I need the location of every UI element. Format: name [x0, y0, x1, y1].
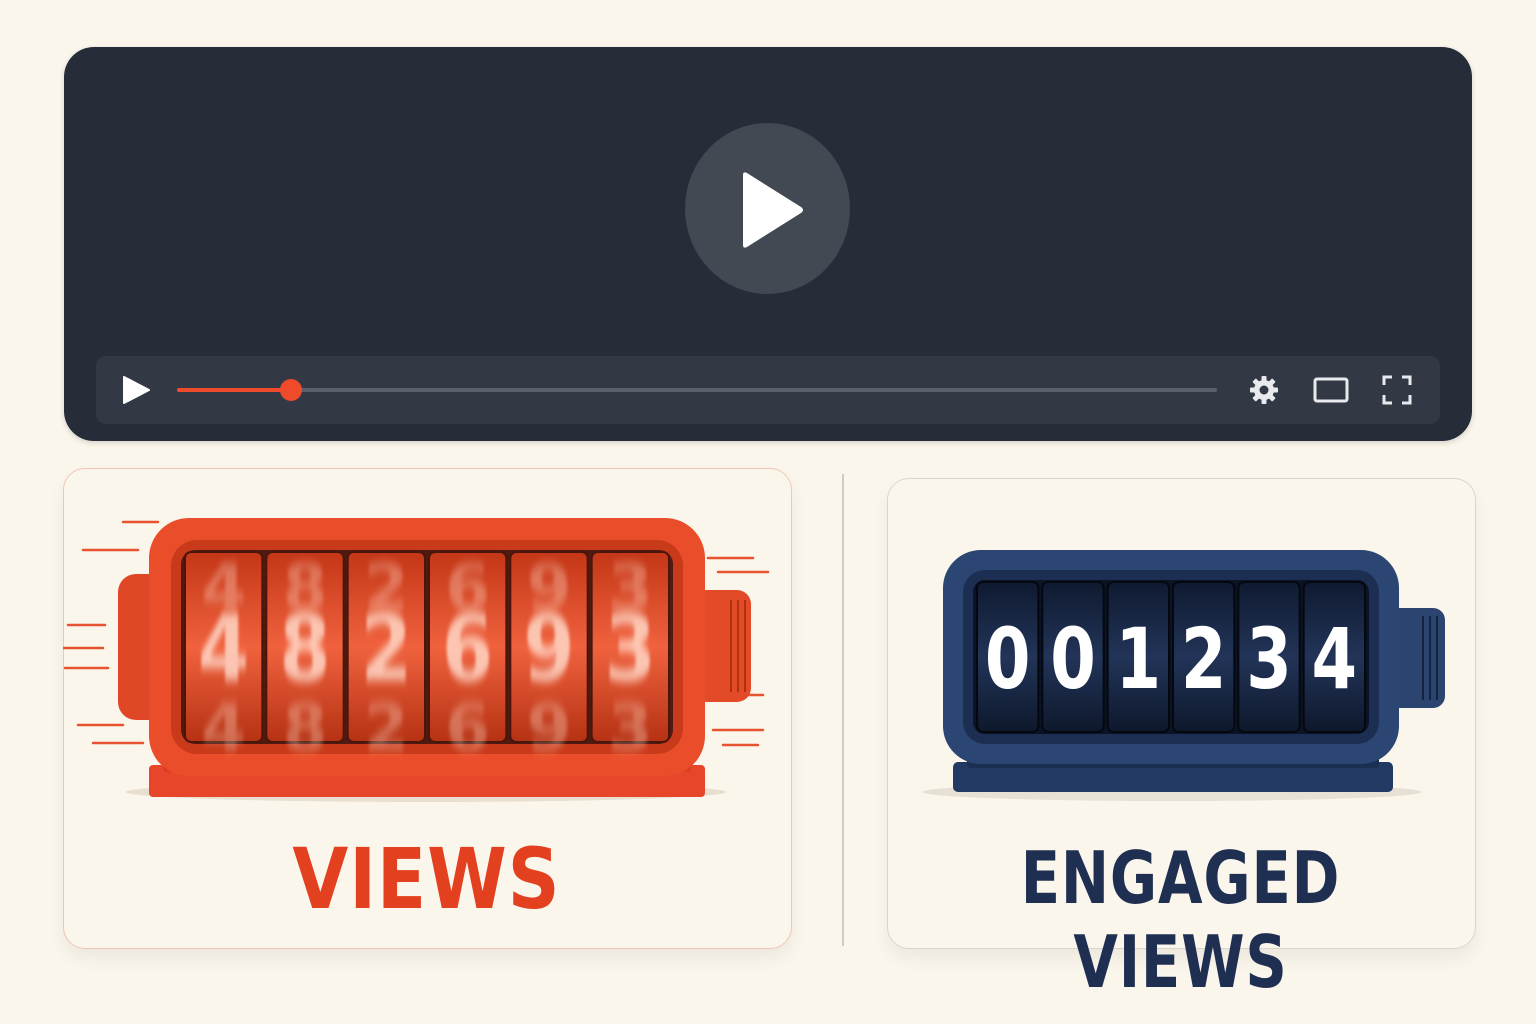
digit-wheel: 1	[1106, 581, 1171, 733]
svg-text:4: 4	[201, 691, 246, 766]
digit: 4	[198, 595, 249, 702]
svg-text:3: 3	[608, 691, 653, 766]
digit: 2	[361, 595, 412, 702]
digit: 3	[1246, 610, 1292, 708]
progress-handle[interactable]	[280, 379, 303, 401]
digit-wheel: 888	[265, 551, 345, 766]
digit: 9	[523, 595, 574, 702]
divider	[842, 474, 844, 946]
digit-wheel: 2	[1172, 581, 1236, 733]
digit: 1	[1116, 610, 1162, 708]
svg-text:8: 8	[283, 691, 328, 766]
digit-wheel: 4	[1302, 581, 1366, 733]
svg-text:2: 2	[364, 691, 409, 766]
digit-wheel: 3	[1237, 581, 1301, 733]
digit: 8	[279, 595, 330, 702]
digit: 4	[1312, 610, 1358, 708]
fullscreen-button[interactable]	[1380, 373, 1414, 407]
digit-wheel: 333	[590, 551, 671, 766]
digit: 0	[985, 610, 1031, 708]
progress-fill	[177, 388, 292, 392]
digit-wheel: 666	[428, 551, 508, 766]
svg-text:9: 9	[527, 691, 572, 766]
progress-bar[interactable]	[177, 379, 1217, 401]
digit-wheel: 999	[509, 551, 589, 766]
settings-button[interactable]	[1247, 373, 1281, 407]
theater-mode-icon	[1313, 377, 1349, 403]
control-bar	[96, 356, 1440, 424]
settings-gear-icon	[1250, 376, 1278, 404]
digit: 2	[1181, 610, 1227, 708]
digit: 3	[605, 595, 656, 702]
big-play-button[interactable]	[685, 123, 850, 294]
engaged-views-odometer: 001234	[922, 550, 1445, 801]
views-label: VIEWS	[292, 830, 561, 928]
svg-text:6: 6	[445, 691, 490, 766]
play-icon	[743, 172, 803, 248]
digit-wheel: 222	[346, 551, 426, 766]
fullscreen-icon	[1382, 375, 1412, 405]
digit-wheel: 444	[184, 551, 264, 766]
theater-mode-button[interactable]	[1312, 373, 1350, 407]
digit-wheel: 0	[976, 581, 1040, 733]
engaged-views-label: ENGAGED VIEWS	[1020, 836, 1341, 1004]
digit: 6	[442, 595, 493, 702]
video-player[interactable]	[64, 47, 1472, 441]
play-icon	[123, 376, 150, 404]
digit: 0	[1050, 610, 1096, 708]
views-odometer: 444888222666999333	[63, 518, 770, 802]
control-play-button[interactable]	[120, 374, 152, 406]
digit-wheel: 0	[1041, 581, 1105, 733]
